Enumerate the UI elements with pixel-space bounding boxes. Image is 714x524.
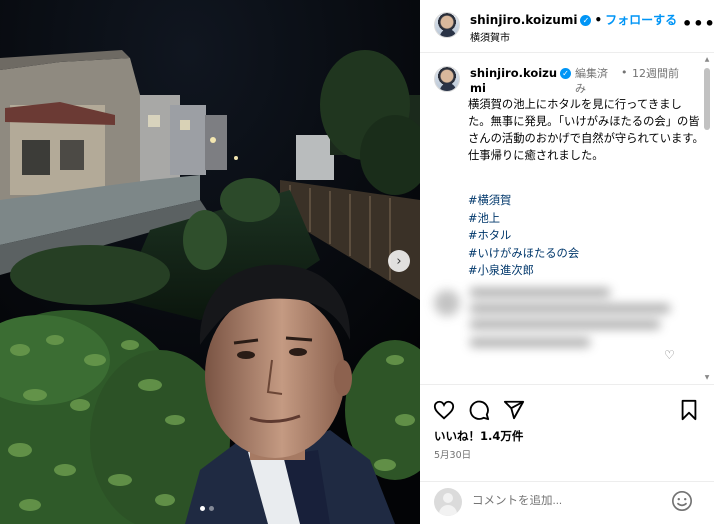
share-icon[interactable] bbox=[503, 399, 525, 421]
emoji-icon[interactable] bbox=[671, 490, 693, 512]
scroll-up-icon[interactable]: ▲ bbox=[703, 56, 711, 64]
author-avatar[interactable] bbox=[434, 12, 460, 38]
follow-button[interactable]: フォローする bbox=[605, 13, 677, 27]
hashtag-link[interactable]: #横須賀 bbox=[468, 192, 668, 210]
night-street-image bbox=[0, 0, 420, 524]
caption-avatar[interactable] bbox=[434, 66, 460, 92]
comment-like-icon[interactable]: ♡ bbox=[664, 348, 675, 362]
hashtag-link[interactable]: #ホタル bbox=[468, 227, 668, 245]
post-photo[interactable]: › bbox=[0, 0, 420, 524]
hashtag-list: #横須賀 #池上 #ホタル #いけがみほたるの会 #小泉進次郎 bbox=[468, 192, 668, 280]
blurred-line bbox=[470, 304, 670, 313]
caption-text: 横須賀の池上にホタルを見に行ってきました。無事に発見。「いけがみほたるの会」の皆… bbox=[468, 98, 704, 162]
caption-separator: • bbox=[621, 66, 628, 79]
blurred-comment bbox=[434, 286, 684, 362]
comments-scroll-area[interactable]: shinjiro.koizumi ✓ 編集済み • 12週間前 横須賀の池上にホ… bbox=[420, 54, 714, 382]
next-arrow-icon: › bbox=[396, 253, 402, 269]
caption-time[interactable]: 12週間前 bbox=[632, 66, 682, 81]
more-icon[interactable]: ••• bbox=[682, 14, 714, 33]
caption-verified-icon: ✓ bbox=[560, 68, 571, 79]
carousel-dot-2 bbox=[209, 506, 214, 511]
post-actions: いいね！1.4万件 5月30日 bbox=[420, 384, 714, 524]
header-username-row: shinjiro.koizumi ✓ • フォローする bbox=[470, 11, 677, 28]
scrollbar[interactable]: ▲ ▼ bbox=[703, 56, 711, 382]
add-comment-row bbox=[420, 481, 714, 524]
scrollbar-thumb[interactable] bbox=[704, 68, 710, 130]
author-username[interactable]: shinjiro.koizumi bbox=[470, 13, 577, 27]
hashtag-link[interactable]: #小泉進次郎 bbox=[468, 262, 668, 280]
bookmark-icon[interactable] bbox=[678, 399, 700, 421]
blurred-line bbox=[470, 338, 590, 347]
separator-dot: • bbox=[594, 13, 603, 27]
carousel-dot-1 bbox=[200, 506, 205, 511]
post-date[interactable]: 5月30日 bbox=[434, 447, 471, 461]
hashtag-link[interactable]: #池上 bbox=[468, 210, 668, 228]
heart-icon[interactable] bbox=[433, 399, 455, 421]
blurred-line bbox=[470, 320, 660, 329]
caption-username[interactable]: shinjiro.koizumi bbox=[470, 66, 558, 96]
post-header: shinjiro.koizumi ✓ • フォローする 横須賀市 ••• bbox=[420, 0, 714, 53]
post-location[interactable]: 横須賀市 bbox=[470, 29, 510, 44]
comment-icon[interactable] bbox=[468, 399, 490, 421]
comment-input[interactable] bbox=[472, 495, 662, 507]
edited-label: 編集済み bbox=[575, 67, 608, 95]
verified-icon: ✓ bbox=[580, 15, 592, 26]
blurred-avatar bbox=[434, 290, 460, 316]
blurred-line bbox=[470, 288, 610, 297]
post-side-panel: shinjiro.koizumi ✓ • フォローする 横須賀市 ••• shinji… bbox=[420, 0, 714, 524]
likes-count[interactable]: いいね！1.4万件 bbox=[434, 428, 523, 444]
carousel-indicator bbox=[200, 506, 214, 511]
hashtag-link[interactable]: #いけがみほたるの会 bbox=[468, 245, 668, 263]
scroll-down-icon[interactable]: ▼ bbox=[703, 374, 711, 382]
current-user-avatar bbox=[434, 488, 462, 516]
next-photo-button[interactable]: › bbox=[388, 250, 410, 272]
